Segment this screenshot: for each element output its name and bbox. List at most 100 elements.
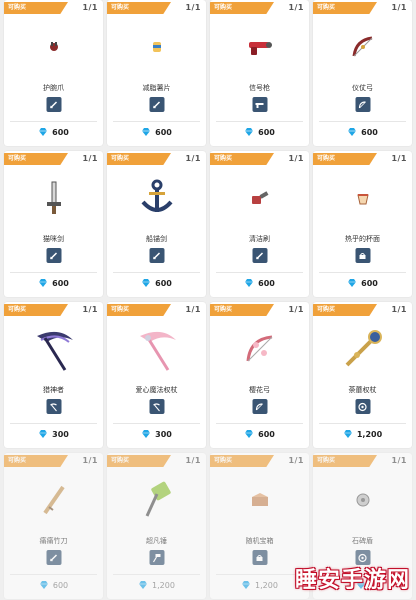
item-name: 痛痛竹刀 <box>39 537 68 545</box>
divider <box>216 423 303 424</box>
divider <box>113 121 200 122</box>
diamond-icon <box>38 127 48 137</box>
treasure-box-icon <box>229 471 291 529</box>
item-name: 随机宝箱 <box>245 537 274 545</box>
sword-icon <box>46 97 61 112</box>
diamond-icon <box>38 278 48 288</box>
purchasable-ribbon: 可购买 <box>313 2 377 14</box>
claw-icon <box>23 18 85 76</box>
bow-icon <box>355 97 370 112</box>
price: 600 <box>210 429 309 439</box>
price-value: 600 <box>155 278 172 288</box>
shop-item-card[interactable]: 可购买 1/1 超凡锤 1,200 <box>107 453 206 599</box>
shop-item-grid: 可购买 1/1 护腕爪 600 可购买 1/1 减脂薯片 600 可购买 1/1 信号枪 600 可购买… <box>4 0 412 599</box>
hammer-icon <box>149 550 164 565</box>
diamond-icon <box>244 429 254 439</box>
divider <box>216 574 303 575</box>
stock-count: 1/1 <box>288 456 304 465</box>
shop-item-card[interactable]: 可购买 1/1 清洁刷 600 <box>210 151 309 297</box>
sword-icon <box>149 97 164 112</box>
price: 600 <box>313 127 412 137</box>
purchasable-ribbon: 可购买 <box>313 455 377 467</box>
shop-item-card[interactable]: 可购买 1/1 爱心魔法权杖 300 <box>107 302 206 448</box>
stock-count: 1/1 <box>82 154 98 163</box>
item-name: 船锚剑 <box>146 235 167 243</box>
purchasable-ribbon: 可购买 <box>4 2 68 14</box>
diamond-icon <box>244 127 254 137</box>
price-value: 600 <box>155 127 172 137</box>
purchasable-ribbon: 可购买 <box>210 2 274 14</box>
price: 600 <box>4 127 103 137</box>
diamond-icon <box>38 429 48 439</box>
purchasable-ribbon: 可购买 <box>4 304 68 316</box>
shop-item-card[interactable]: 可购买 1/1 仪仗弓 600 <box>313 0 412 146</box>
price: 600 <box>313 278 412 288</box>
purchasable-ribbon: 可购买 <box>107 304 171 316</box>
price-value: 600 <box>258 127 275 137</box>
purchasable-ribbon: 可购买 <box>4 455 68 467</box>
item-name: 爱心魔法权杖 <box>135 386 178 394</box>
staff-icon <box>332 320 394 378</box>
divider <box>319 423 406 424</box>
shop-item-card[interactable]: 可购买 1/1 荼蘼权杖 1,200 <box>313 302 412 448</box>
stock-count: 1/1 <box>82 305 98 314</box>
sword-icon <box>252 248 267 263</box>
diamond-icon <box>141 278 151 288</box>
divider <box>10 423 97 424</box>
flare-gun-icon <box>229 18 291 76</box>
stock-count: 1/1 <box>185 3 201 12</box>
divider <box>10 272 97 273</box>
bow-icon <box>332 18 394 76</box>
divider <box>319 121 406 122</box>
pink-scythe-icon <box>126 320 188 378</box>
shop-item-card[interactable]: 可购买 1/1 猫咪剑 600 <box>4 151 103 297</box>
stock-count: 1/1 <box>391 456 407 465</box>
price-value: 600 <box>361 127 378 137</box>
price-value: 600 <box>52 127 69 137</box>
hammer-icon <box>126 471 188 529</box>
purchasable-ribbon: 可购买 <box>210 153 274 165</box>
price: 600 <box>210 278 309 288</box>
stock-count: 1/1 <box>82 456 98 465</box>
price-value: 600 <box>52 580 69 590</box>
shop-item-card[interactable]: 可购买 1/1 护腕爪 600 <box>4 0 103 146</box>
price-value: 600 <box>361 278 378 288</box>
diamond-icon <box>347 127 357 137</box>
item-name: 减脂薯片 <box>142 84 171 92</box>
price-value: 300 <box>155 429 172 439</box>
shop-item-card[interactable]: 可购买 1/1 船锚剑 600 <box>107 151 206 297</box>
price: 600 <box>4 278 103 288</box>
shop-item-card[interactable]: 可购买 1/1 信号枪 600 <box>210 0 309 146</box>
stock-count: 1/1 <box>288 305 304 314</box>
scythe-icon <box>149 399 164 414</box>
diamond-icon <box>138 580 148 590</box>
stock-count: 1/1 <box>288 154 304 163</box>
bamboo-sword-icon <box>23 471 85 529</box>
divider <box>10 121 97 122</box>
purchasable-ribbon: 可购买 <box>4 153 68 165</box>
scythe-icon <box>46 399 61 414</box>
shop-item-card[interactable]: 可购买 1/1 猎神者 300 <box>4 302 103 448</box>
purchasable-ribbon: 可购买 <box>107 455 171 467</box>
shop-item-card[interactable]: 可购买 1/1 痛痛竹刀 600 <box>4 453 103 599</box>
cup-noodle-icon <box>332 169 394 227</box>
sword-icon <box>46 550 61 565</box>
price-value: 300 <box>52 429 69 439</box>
price: 300 <box>4 429 103 439</box>
shop-item-card[interactable]: 可购买 1/1 热乎的杯面 600 <box>313 151 412 297</box>
stock-count: 1/1 <box>391 305 407 314</box>
dark-scythe-icon <box>23 320 85 378</box>
diamond-icon <box>39 580 49 590</box>
item-name: 护腕爪 <box>43 84 64 92</box>
basket-icon <box>355 248 370 263</box>
anchor-icon <box>126 169 188 227</box>
item-name: 信号枪 <box>249 84 270 92</box>
shop-item-card[interactable]: 可购买 1/1 减脂薯片 600 <box>107 0 206 146</box>
item-name: 仪仗弓 <box>352 84 373 92</box>
diamond-icon <box>141 429 151 439</box>
stock-count: 1/1 <box>288 3 304 12</box>
shop-item-card[interactable]: 可购买 1/1 樱花弓 600 <box>210 302 309 448</box>
sakura-bow-icon <box>229 320 291 378</box>
stock-count: 1/1 <box>82 3 98 12</box>
price: 1,200 <box>313 429 412 439</box>
